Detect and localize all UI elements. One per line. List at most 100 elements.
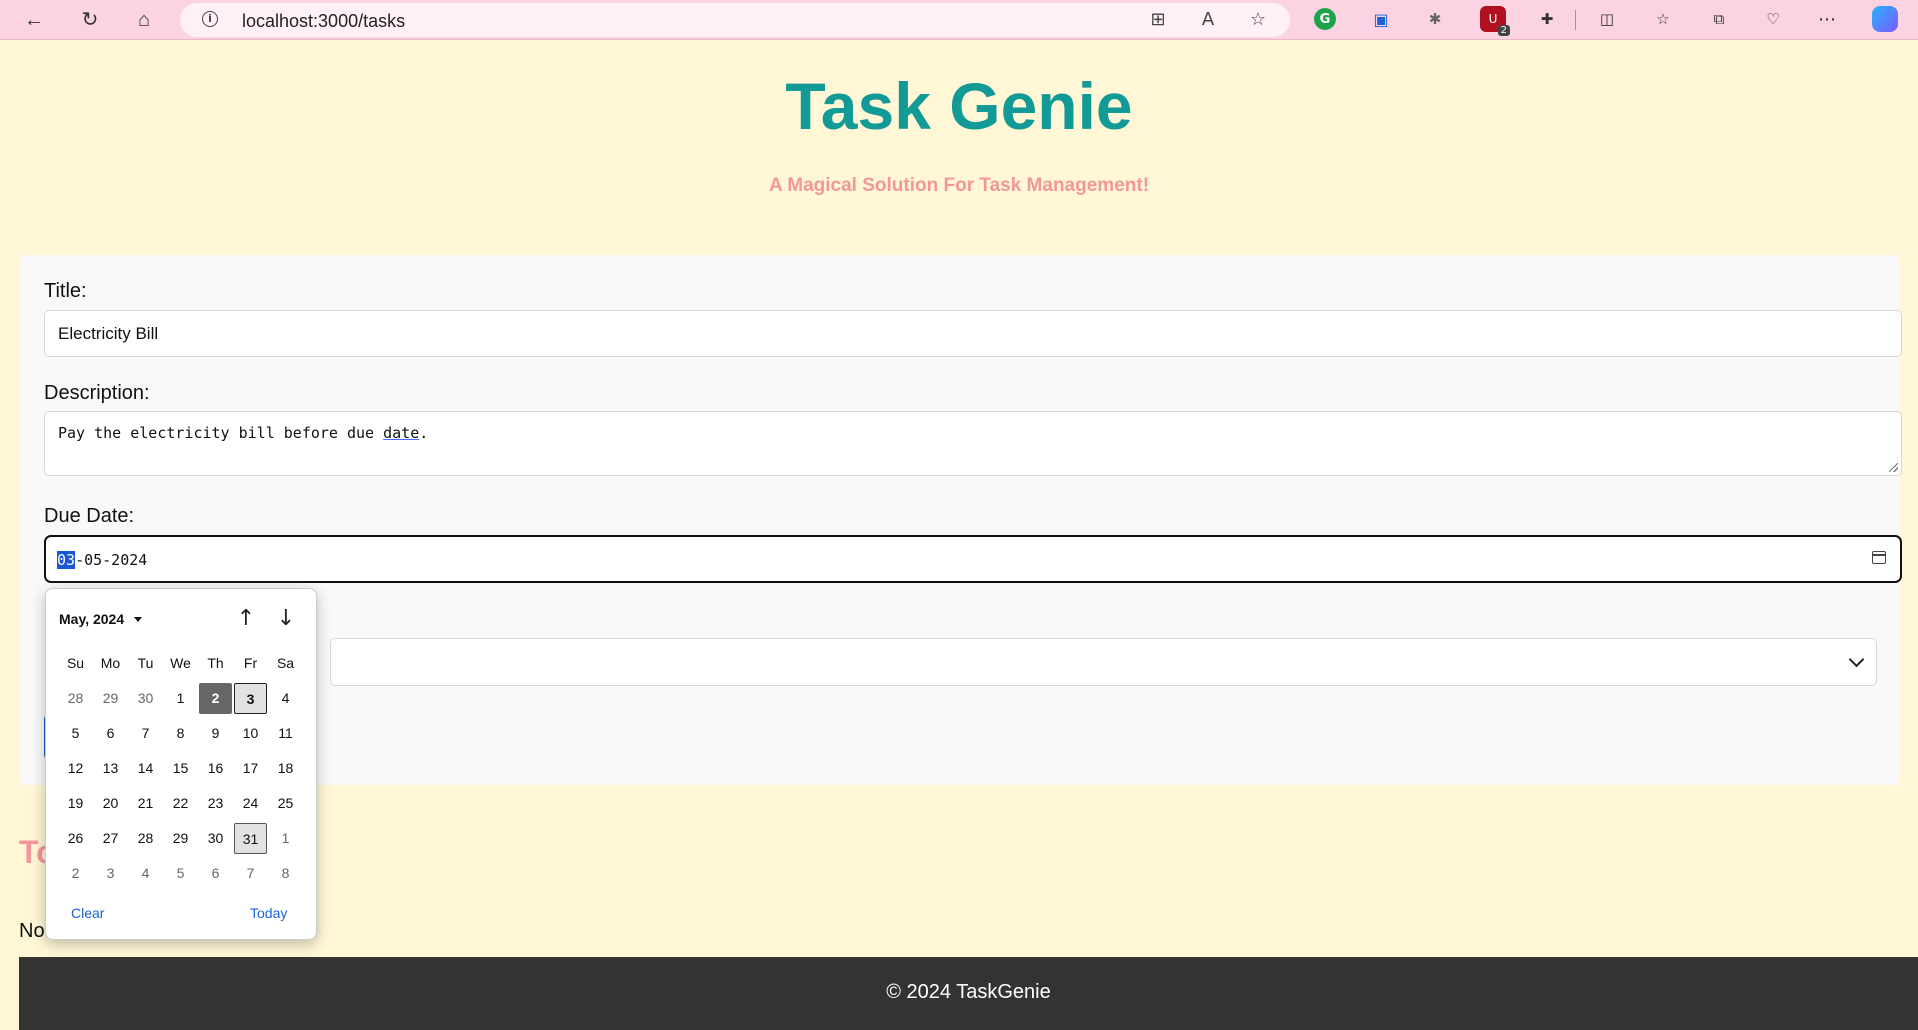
calendar-day[interactable]: 30: [129, 683, 162, 714]
calendar-day[interactable]: 1: [269, 823, 302, 854]
calendar-day[interactable]: 6: [94, 718, 127, 749]
calendar-day[interactable]: 28: [129, 823, 162, 854]
collections-icon[interactable]: ⧉: [1706, 6, 1732, 32]
calendar-day[interactable]: 24: [234, 788, 267, 819]
calendar-day[interactable]: 30: [199, 823, 232, 854]
due-date-label: Due Date:: [44, 505, 135, 527]
description-label: Description:: [44, 382, 150, 404]
calendar-day[interactable]: 6: [199, 858, 232, 889]
screen-capture-extension-icon[interactable]: ▣: [1368, 6, 1394, 32]
weekday-label: Fr: [243, 655, 258, 671]
calendar-day[interactable]: 8: [269, 858, 302, 889]
calendar-day[interactable]: 29: [94, 683, 127, 714]
today-button[interactable]: Today: [250, 905, 287, 921]
calendar-day[interactable]: 26: [59, 823, 92, 854]
calendar-day[interactable]: 4: [129, 858, 162, 889]
calendar-day[interactable]: 5: [164, 858, 197, 889]
calendar-day[interactable]: 29: [164, 823, 197, 854]
calendar-day[interactable]: 7: [234, 858, 267, 889]
split-screen-icon[interactable]: ◫: [1594, 6, 1620, 32]
calendar-day[interactable]: 2: [199, 683, 232, 714]
calendar-day[interactable]: 18: [269, 753, 302, 784]
calendar-day[interactable]: 11: [269, 718, 302, 749]
due-date-day-segment[interactable]: 03: [57, 551, 76, 569]
address-bar[interactable]: i localhost:3000/tasks ⊞ A ☆: [180, 3, 1290, 37]
calendar-day[interactable]: 1: [164, 683, 197, 714]
previous-month-arrow-icon[interactable]: ↑: [232, 605, 260, 633]
calendar-day[interactable]: 2: [59, 858, 92, 889]
calendar-day[interactable]: 7: [129, 718, 162, 749]
calendar-day[interactable]: 20: [94, 788, 127, 819]
footer: © 2024 TaskGenie: [19, 957, 1918, 1030]
url-text[interactable]: localhost:3000/tasks: [242, 11, 405, 32]
favorite-star-icon[interactable]: ☆: [1246, 9, 1270, 31]
due-date-value: 03-05-2024: [57, 551, 147, 569]
title-input-value: Electricity Bill: [58, 324, 159, 343]
calendar-day[interactable]: 27: [94, 823, 127, 854]
calendar-day[interactable]: 25: [269, 788, 302, 819]
chevron-down-icon: [1848, 651, 1865, 668]
calendar-day[interactable]: 23: [199, 788, 232, 819]
browser-essentials-icon[interactable]: ♡: [1760, 6, 1786, 32]
calendar-day[interactable]: 22: [164, 788, 197, 819]
title-input[interactable]: Electricity Bill: [44, 310, 1902, 357]
due-date-month-year-segment[interactable]: -05-2024: [75, 551, 147, 569]
browser-toolbar: ← ↻ ⌂ i localhost:3000/tasks ⊞ A ☆ G ▣ ✱…: [0, 0, 1918, 40]
weekday-label: Sa: [276, 655, 295, 671]
calendar-day[interactable]: 15: [164, 753, 197, 784]
reload-icon[interactable]: ↻: [74, 4, 106, 36]
read-aloud-icon[interactable]: A: [1196, 9, 1220, 31]
calendar-day[interactable]: 3: [234, 683, 267, 714]
month-year-selector[interactable]: May, 2024: [59, 611, 124, 627]
weekday-label: We: [170, 655, 191, 671]
calendar-day[interactable]: 9: [199, 718, 232, 749]
site-info-icon[interactable]: i: [202, 11, 218, 27]
weekday-label: Mo: [100, 655, 121, 671]
page-title: Task Genie: [785, 69, 1133, 143]
home-icon[interactable]: ⌂: [128, 4, 160, 36]
due-date-input[interactable]: 03-05-2024: [44, 535, 1902, 583]
clear-date-button[interactable]: Clear: [71, 905, 104, 921]
page-subtitle: A Magical Solution For Task Management!: [768, 175, 1150, 196]
calendar-day[interactable]: 10: [234, 718, 267, 749]
calendar-day[interactable]: 5: [59, 718, 92, 749]
textarea-resize-handle[interactable]: [1889, 463, 1898, 472]
calendar-day[interactable]: 17: [234, 753, 267, 784]
extension-badge: 2: [1497, 25, 1510, 36]
calendar-day[interactable]: 21: [129, 788, 162, 819]
priority-select[interactable]: [330, 638, 1877, 686]
app-available-icon[interactable]: ⊞: [1146, 9, 1170, 31]
description-value: Pay the electricity bill before due date…: [58, 424, 429, 442]
calendar-day[interactable]: 28: [59, 683, 92, 714]
calendar-day[interactable]: 14: [129, 753, 162, 784]
calendar-day[interactable]: 16: [199, 753, 232, 784]
calendar-day[interactable]: 12: [59, 753, 92, 784]
calendar-icon[interactable]: [1872, 551, 1886, 564]
footer-text: © 2024 TaskGenie: [886, 981, 1051, 1003]
weekday-label: Su: [66, 655, 85, 671]
spellcheck-underline: date: [383, 424, 420, 442]
weekday-label: Th: [207, 655, 224, 671]
ublock-extension-icon[interactable]: U 2: [1480, 6, 1510, 36]
calendar-day[interactable]: 8: [164, 718, 197, 749]
next-month-arrow-icon[interactable]: ↓: [272, 605, 300, 633]
more-options-icon[interactable]: ⋯: [1814, 6, 1840, 32]
calendar-day[interactable]: 3: [94, 858, 127, 889]
bug-extension-icon[interactable]: ✱: [1422, 6, 1448, 32]
calendar-day[interactable]: 19: [59, 788, 92, 819]
description-textarea[interactable]: Pay the electricity bill before due date…: [44, 411, 1902, 476]
toolbar-divider: [1575, 10, 1576, 30]
calendar-day[interactable]: 31: [234, 823, 267, 854]
month-dropdown-caret-icon[interactable]: [134, 617, 142, 622]
grammarly-extension-icon[interactable]: G: [1314, 8, 1336, 30]
calendar-day[interactable]: 13: [94, 753, 127, 784]
back-icon[interactable]: ←: [18, 4, 50, 36]
extensions-puzzle-icon[interactable]: ✚: [1534, 6, 1560, 32]
date-picker-popup: May, 2024 ↑ ↓ Su Mo Tu We Th Fr Sa 28 29 30 1 2 3 4 5…: [45, 588, 317, 940]
copilot-icon[interactable]: [1872, 6, 1898, 32]
favorites-icon[interactable]: ☆: [1650, 6, 1676, 32]
title-label: Title:: [44, 280, 87, 302]
calendar-day[interactable]: 4: [269, 683, 302, 714]
weekday-label: Tu: [137, 655, 154, 671]
no-tasks-message: No: [19, 920, 45, 942]
